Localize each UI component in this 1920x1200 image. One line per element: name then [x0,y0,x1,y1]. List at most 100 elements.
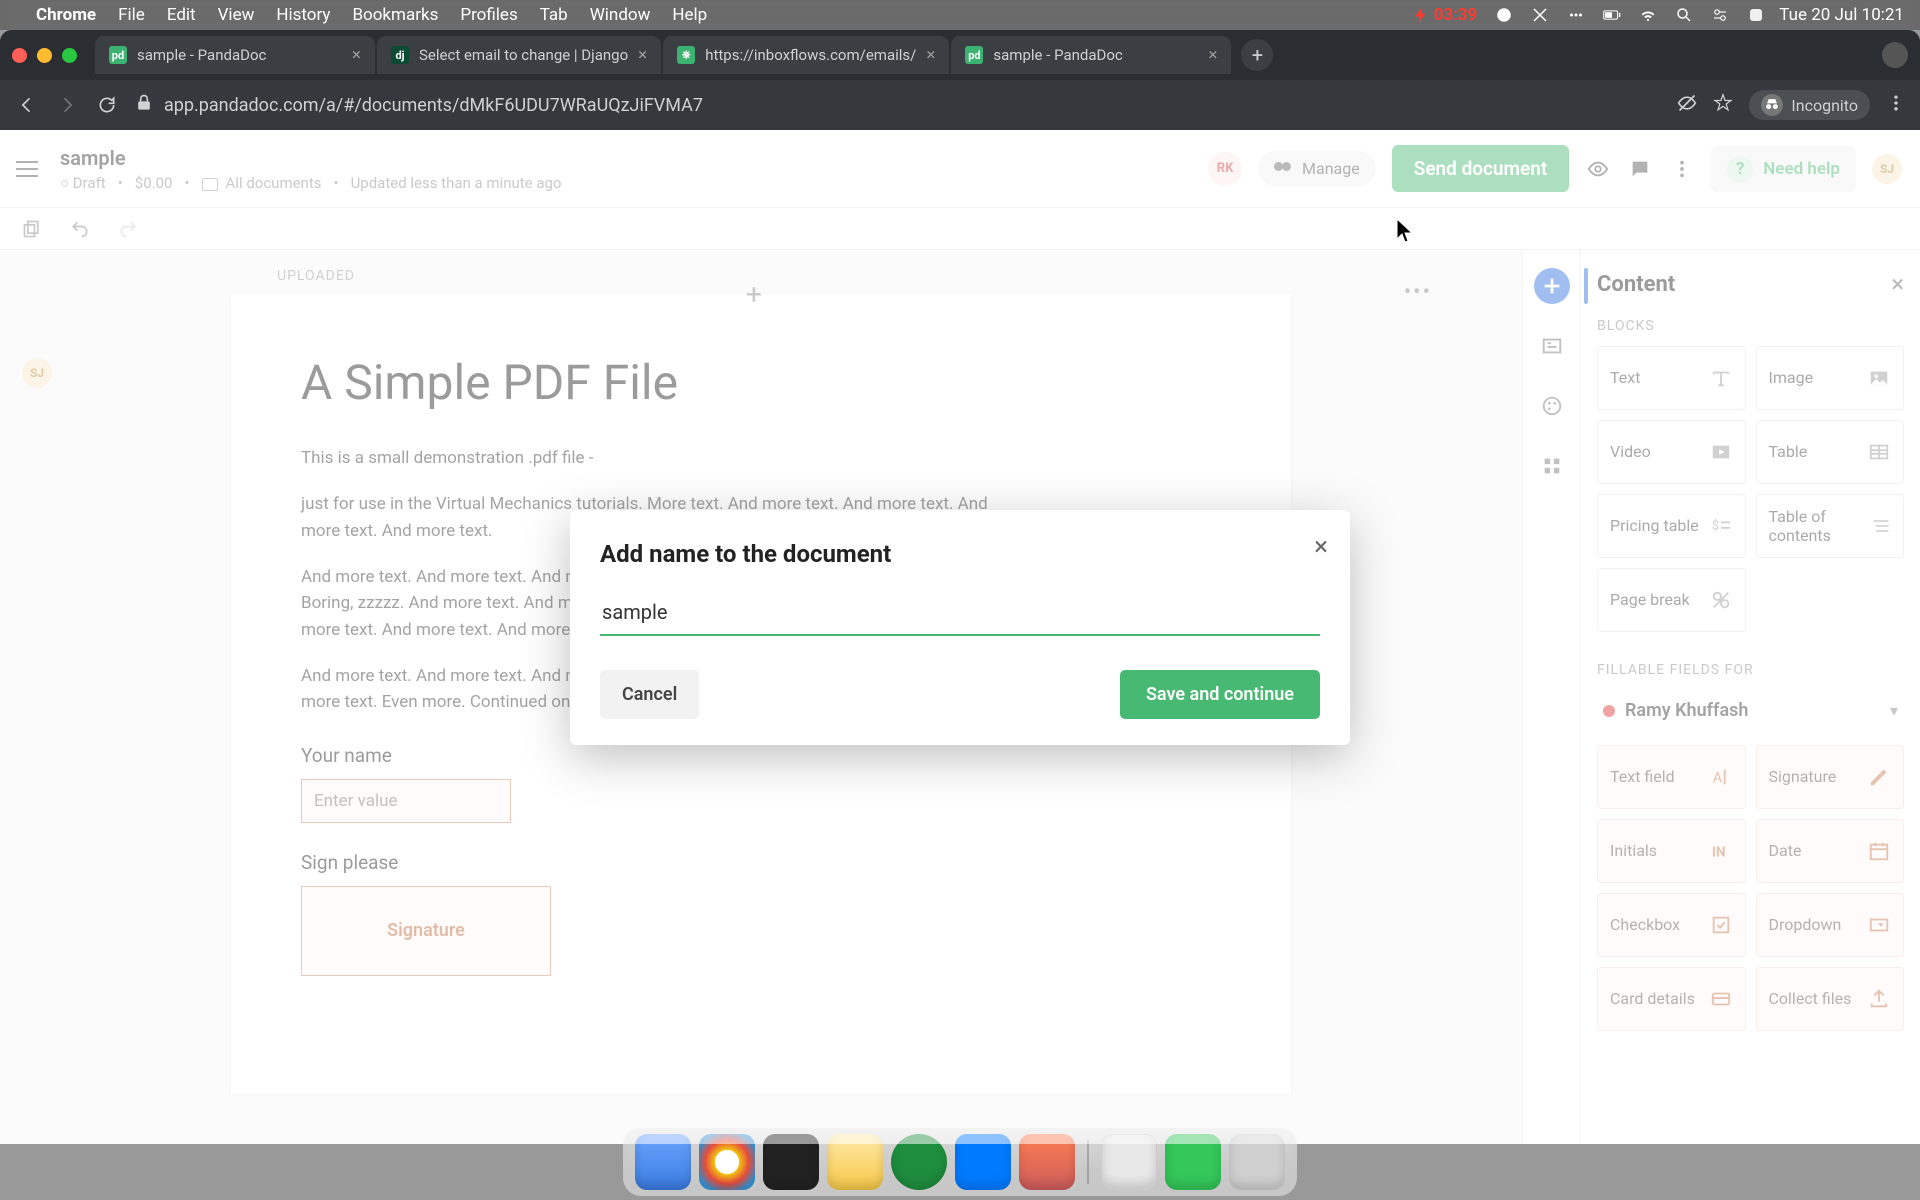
control-center-icon[interactable] [1711,6,1729,24]
dock-app-1[interactable] [891,1134,947,1190]
dock-app-3[interactable] [1019,1134,1075,1190]
close-icon[interactable]: × [1314,532,1328,562]
redo-button[interactable] [114,215,142,243]
close-icon[interactable]: × [1891,270,1904,298]
field-initials[interactable]: InitialsIN [1597,819,1746,883]
menu-file[interactable]: File [118,5,145,25]
close-icon[interactable]: × [1208,45,1217,65]
comments-button[interactable] [1627,156,1653,182]
block-image[interactable]: Image [1756,346,1905,410]
new-tab-button[interactable]: + [1241,39,1273,71]
back-button[interactable] [14,92,40,118]
menu-profiles[interactable]: Profiles [460,5,517,25]
window-controls[interactable] [12,48,77,63]
field-collect[interactable]: Collect files [1756,967,1905,1031]
dock-terminal[interactable] [763,1134,819,1190]
macos-menubar: Chrome File Edit View History Bookmarks … [0,0,1920,30]
kebab-icon[interactable] [1886,93,1906,117]
save-continue-button[interactable]: Save and continue [1120,670,1320,719]
siri-icon[interactable] [1747,6,1765,24]
tab-3[interactable]: pdsample - PandaDoc× [951,36,1231,74]
wifi-icon[interactable] [1639,6,1657,24]
menu-window[interactable]: Window [590,5,651,25]
field-signature[interactable]: Signature [1756,745,1905,809]
block-pagebreak[interactable]: Page break [1597,568,1746,632]
menubar-clock[interactable]: Tue 20 Jul 10:21 [1779,5,1904,25]
block-text[interactable]: Text [1597,346,1746,410]
browser-window: pdsample - PandaDoc× djSelect email to c… [0,30,1920,1144]
text-field-input[interactable] [301,779,511,823]
modal-title: Add name to the document [600,540,1320,568]
battery-menu-icon[interactable] [1603,6,1621,24]
field-date[interactable]: Date [1756,819,1905,883]
content-rail-button[interactable] [1534,268,1570,304]
hamburger-button[interactable] [10,152,44,186]
url-input[interactable]: app.pandadoc.com/a/#/documents/dMkF6UDU7… [134,93,1649,118]
reload-button[interactable] [94,92,120,118]
status-icon-2[interactable] [1531,6,1549,24]
document-title[interactable]: sample [60,146,561,170]
user-avatar[interactable]: SJ [1872,154,1902,184]
tab-0[interactable]: pdsample - PandaDoc× [95,36,375,74]
close-icon[interactable]: × [926,45,935,65]
menu-edit[interactable]: Edit [167,5,196,25]
add-section-button[interactable]: + [746,278,776,308]
recipient-selector[interactable]: Ramy Khuffash▾ [1597,690,1904,731]
more-button[interactable] [1669,156,1695,182]
cancel-button[interactable]: Cancel [600,670,699,719]
profile-badge[interactable] [1882,42,1908,68]
menu-view[interactable]: View [218,5,255,25]
menu-bookmarks[interactable]: Bookmarks [352,5,438,25]
forward-button[interactable] [54,92,80,118]
manage-button[interactable]: Manage [1258,151,1376,186]
section-more-button[interactable]: ••• [1404,280,1432,305]
status-icon-3[interactable] [1567,6,1585,24]
dock-finder[interactable] [635,1134,691,1190]
tab-1[interactable]: djSelect email to change | Django× [377,36,661,74]
block-toc[interactable]: Table of contents [1756,494,1905,558]
battery-icon[interactable]: 03:39 [1412,5,1477,25]
pandadoc-app: sample ○ Draft $0.00 All documents Updat… [0,130,1920,1144]
need-help-button[interactable]: ?Need help [1711,146,1856,192]
block-pricing[interactable]: Pricing table$ [1597,494,1746,558]
menu-history[interactable]: History [276,5,330,25]
folder-link[interactable]: All documents [226,174,322,192]
incognito-indicator[interactable]: Incognito [1749,90,1870,120]
undo-button[interactable] [66,215,94,243]
mouse-cursor [1396,218,1414,244]
dock-app-4[interactable] [1101,1134,1157,1190]
recipient-avatar[interactable]: RK [1208,152,1242,186]
page-heading: A Simple PDF File [301,354,1221,411]
preview-button[interactable] [1585,156,1611,182]
apps-rail-button[interactable] [1534,448,1570,484]
block-table[interactable]: Table [1756,420,1905,484]
tab-2[interactable]: ⎈https://inboxflows.com/emails/× [663,36,949,74]
field-card[interactable]: Card details [1597,967,1746,1031]
field-dropdown[interactable]: Dropdown [1756,893,1905,957]
field-text[interactable]: Text fieldA [1597,745,1746,809]
menu-tab[interactable]: Tab [540,5,568,25]
dock-app-2[interactable] [955,1134,1011,1190]
signature-field[interactable]: Signature [301,886,551,976]
dock-chrome[interactable] [699,1134,755,1190]
send-document-button[interactable]: Send document [1392,145,1570,192]
close-icon[interactable]: × [638,45,647,65]
status-icon-1[interactable] [1495,6,1513,24]
block-video[interactable]: Video [1597,420,1746,484]
variables-rail-button[interactable] [1534,328,1570,364]
svg-text:$: $ [1711,519,1718,534]
close-icon[interactable]: × [352,45,361,65]
design-rail-button[interactable] [1534,388,1570,424]
dock-trash[interactable] [1229,1134,1285,1190]
section-label: UPLOADED [277,268,1291,284]
dock-app-5[interactable] [1165,1134,1221,1190]
menubar-app-name[interactable]: Chrome [36,5,96,25]
eye-off-icon[interactable] [1677,93,1697,117]
star-icon[interactable] [1713,93,1733,117]
document-name-input[interactable] [600,594,1320,636]
duplicate-button[interactable] [18,215,46,243]
spotlight-icon[interactable] [1675,6,1693,24]
field-checkbox[interactable]: Checkbox [1597,893,1746,957]
menu-help[interactable]: Help [672,5,707,25]
dock-notes[interactable] [827,1134,883,1190]
